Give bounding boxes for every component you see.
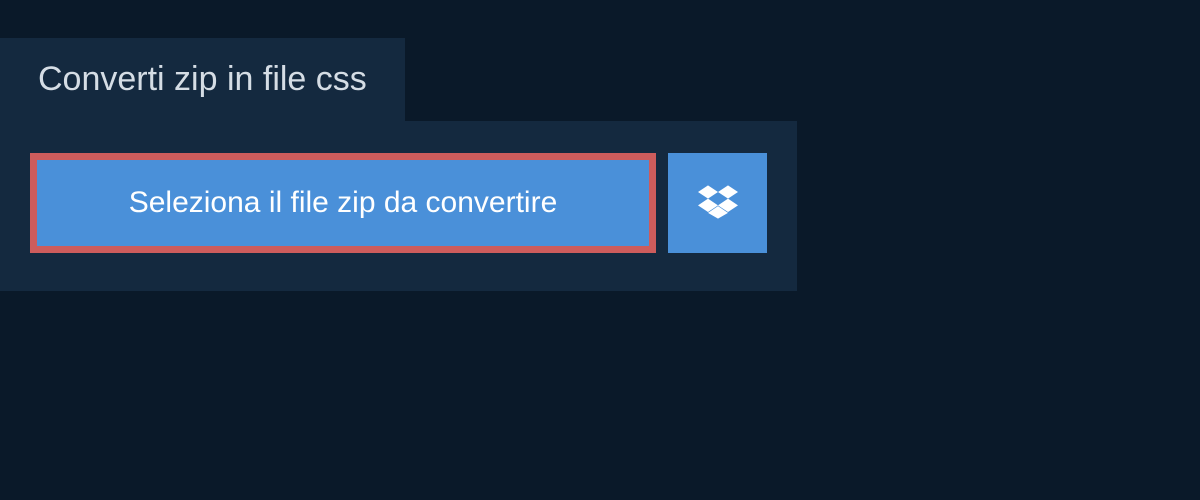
tab-header: Converti zip in file css: [0, 38, 405, 121]
select-file-label: Seleziona il file zip da convertire: [129, 186, 558, 220]
button-row: Seleziona il file zip da convertire: [30, 153, 767, 253]
tab-title: Converti zip in file css: [38, 60, 367, 99]
dropbox-icon: [698, 182, 738, 225]
select-file-button[interactable]: Seleziona il file zip da convertire: [30, 153, 656, 253]
content-panel: Seleziona il file zip da convertire: [0, 121, 797, 291]
dropbox-button[interactable]: [668, 153, 767, 253]
